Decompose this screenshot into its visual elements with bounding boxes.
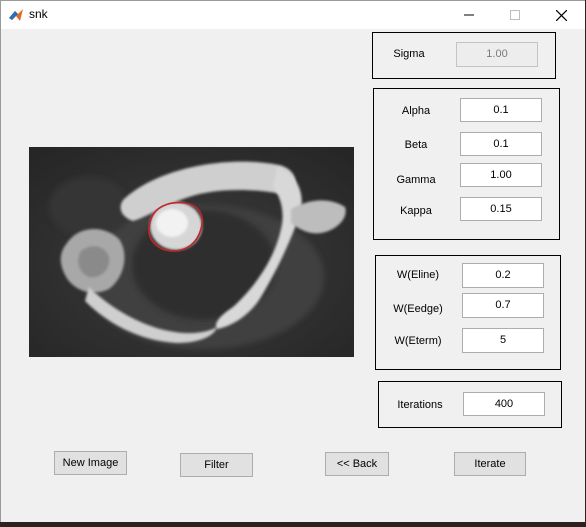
ct-vertebra-image bbox=[29, 147, 354, 357]
minimize-icon bbox=[464, 14, 474, 16]
filter-button[interactable]: Filter bbox=[180, 453, 253, 477]
snk-window: snk Sigma 1.00 Alpha 0.1 Beta 0.1 Gamma … bbox=[0, 0, 586, 523]
title-bar: snk bbox=[1, 1, 585, 29]
back-button[interactable]: << Back bbox=[325, 452, 389, 476]
alpha-field[interactable]: 0.1 bbox=[460, 98, 542, 122]
iterations-label: Iterations bbox=[397, 399, 443, 411]
close-icon bbox=[555, 9, 567, 21]
alpha-label: Alpha bbox=[401, 105, 431, 117]
energy-weights-panel: W(Eline) 0.2 W(Eedge) 0.7 W(Eterm) 5 bbox=[375, 255, 561, 370]
eterm-label: W(Eterm) bbox=[394, 335, 442, 347]
kappa-field[interactable]: 0.15 bbox=[460, 197, 542, 221]
sigma-label: Sigma bbox=[393, 48, 425, 60]
iterations-field[interactable]: 400 bbox=[463, 392, 545, 416]
iterations-panel: Iterations 400 bbox=[378, 381, 562, 428]
iterate-button[interactable]: Iterate bbox=[454, 452, 526, 476]
eedge-label: W(Eedge) bbox=[393, 303, 443, 315]
maximize-button[interactable] bbox=[492, 1, 538, 29]
eline-field[interactable]: 0.2 bbox=[462, 263, 544, 288]
matlab-icon bbox=[9, 9, 23, 21]
gamma-field[interactable]: 1.00 bbox=[460, 163, 542, 187]
sigma-field: 1.00 bbox=[456, 42, 538, 67]
maximize-icon bbox=[510, 10, 520, 20]
sigma-panel: Sigma 1.00 bbox=[372, 32, 556, 79]
ct-image-axes[interactable] bbox=[29, 147, 354, 357]
eedge-field[interactable]: 0.7 bbox=[462, 293, 544, 318]
eterm-field[interactable]: 5 bbox=[462, 328, 544, 353]
eline-label: W(Eline) bbox=[396, 269, 440, 281]
close-button[interactable] bbox=[538, 1, 584, 29]
kappa-label: Kappa bbox=[400, 205, 432, 217]
window-title: snk bbox=[29, 7, 48, 21]
desktop-background bbox=[0, 522, 586, 527]
beta-field[interactable]: 0.1 bbox=[460, 132, 542, 156]
snake-params-panel: Alpha 0.1 Beta 0.1 Gamma 1.00 Kappa 0.15 bbox=[373, 88, 560, 240]
minimize-button[interactable] bbox=[446, 1, 492, 29]
gamma-label: Gamma bbox=[396, 174, 436, 186]
beta-label: Beta bbox=[404, 139, 428, 151]
new-image-button[interactable]: New Image bbox=[54, 451, 127, 475]
